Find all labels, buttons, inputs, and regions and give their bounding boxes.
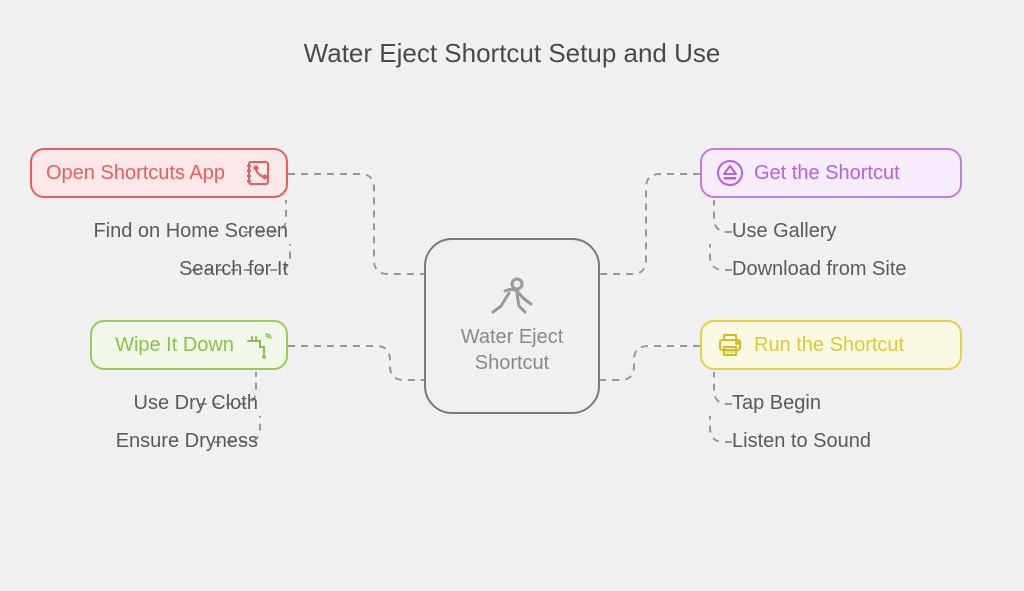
card-label: Open Shortcuts App <box>46 162 225 185</box>
sub-tap-begin: Tap Begin <box>732 384 1000 422</box>
card-label: Get the Shortcut <box>754 162 900 185</box>
printer-icon <box>716 331 744 359</box>
faucet-icon <box>244 331 272 359</box>
branch-run-shortcut: Run the Shortcut Tap Begin Listen to Sou… <box>700 320 1000 460</box>
sub-search-it: Search for It <box>30 250 288 288</box>
branch-wipe-down: Wipe It Down Use Dry Cloth Ensure Drynes… <box>30 320 320 460</box>
sub-listen-sound: Listen to Sound <box>732 422 1000 460</box>
card-wipe-down: Wipe It Down <box>90 320 288 370</box>
phonebook-icon <box>244 159 272 187</box>
card-get-shortcut: Get the Shortcut <box>700 148 962 198</box>
branch-get-shortcut: Get the Shortcut Use Gallery Download fr… <box>700 148 1000 288</box>
sub-dry-cloth: Use Dry Cloth <box>30 384 258 422</box>
crawl-icon <box>487 276 537 316</box>
sub-ensure-dryness: Ensure Dryness <box>30 422 258 460</box>
card-label: Run the Shortcut <box>754 334 904 357</box>
diagram-title: Water Eject Shortcut Setup and Use <box>0 0 1024 69</box>
center-label: Water EjectShortcut <box>461 324 564 376</box>
center-node: Water EjectShortcut <box>424 238 600 414</box>
branch-open-shortcuts: Open Shortcuts App Find on Home Screen S… <box>30 148 320 288</box>
sub-find-home: Find on Home Screen <box>30 212 288 250</box>
card-run-shortcut: Run the Shortcut <box>700 320 962 370</box>
card-label: Wipe It Down <box>115 334 234 357</box>
card-open-shortcuts: Open Shortcuts App <box>30 148 288 198</box>
sub-use-gallery: Use Gallery <box>732 212 1000 250</box>
sub-download-site: Download from Site <box>732 250 1000 288</box>
eject-icon <box>716 159 744 187</box>
